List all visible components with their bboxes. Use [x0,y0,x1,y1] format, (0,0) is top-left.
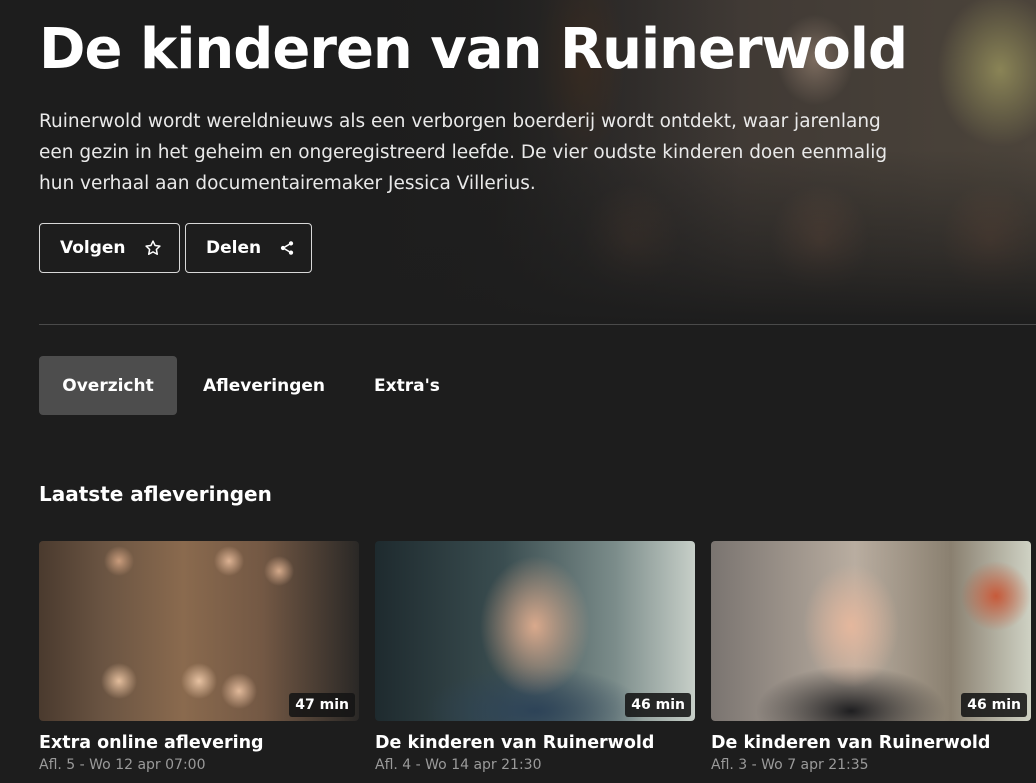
star-icon [144,239,162,257]
episode-thumbnail[interactable]: 46 min [375,541,695,721]
share-icon [279,240,295,256]
duration-badge: 47 min [289,693,355,717]
duration-badge: 46 min [625,693,691,717]
share-button-label: Delen [206,238,262,258]
share-button[interactable]: Delen [185,223,312,273]
tab-extras[interactable]: Extra's [360,356,454,415]
episode-thumbnail[interactable]: 46 min [711,541,1031,721]
episode-card[interactable]: 46 min De kinderen van Ruinerwold Afl. 4… [375,541,695,774]
section-divider [39,324,1036,325]
episode-title[interactable]: De kinderen van Ruinerwold [711,732,1031,754]
latest-episodes-heading: Laatste afleveringen [39,482,272,506]
episode-meta: Afl. 5 - Wo 12 apr 07:00 [39,757,206,773]
episode-thumbnail[interactable]: 47 min [39,541,359,721]
episode-card[interactable]: 47 min Extra online aflevering Afl. 5 - … [39,541,359,774]
episode-title[interactable]: Extra online aflevering [39,732,359,754]
follow-button-label: Volgen [60,238,126,258]
tab-episodes[interactable]: Afleveringen [190,356,338,415]
episode-card[interactable]: 46 min De kinderen van Ruinerwold Afl. 3… [711,541,1031,774]
episode-meta: Afl. 3 - Wo 7 apr 21:35 [711,757,869,773]
episode-title[interactable]: De kinderen van Ruinerwold [375,732,695,754]
series-description: Ruinerwold wordt wereldnieuws als een ve… [39,111,888,194]
duration-badge: 46 min [961,693,1027,717]
episode-meta: Afl. 4 - Wo 14 apr 21:30 [375,757,542,773]
page-title: De kinderen van Ruinerwold [39,17,908,82]
tab-overview[interactable]: Overzicht [39,356,177,415]
follow-button[interactable]: Volgen [39,223,180,273]
